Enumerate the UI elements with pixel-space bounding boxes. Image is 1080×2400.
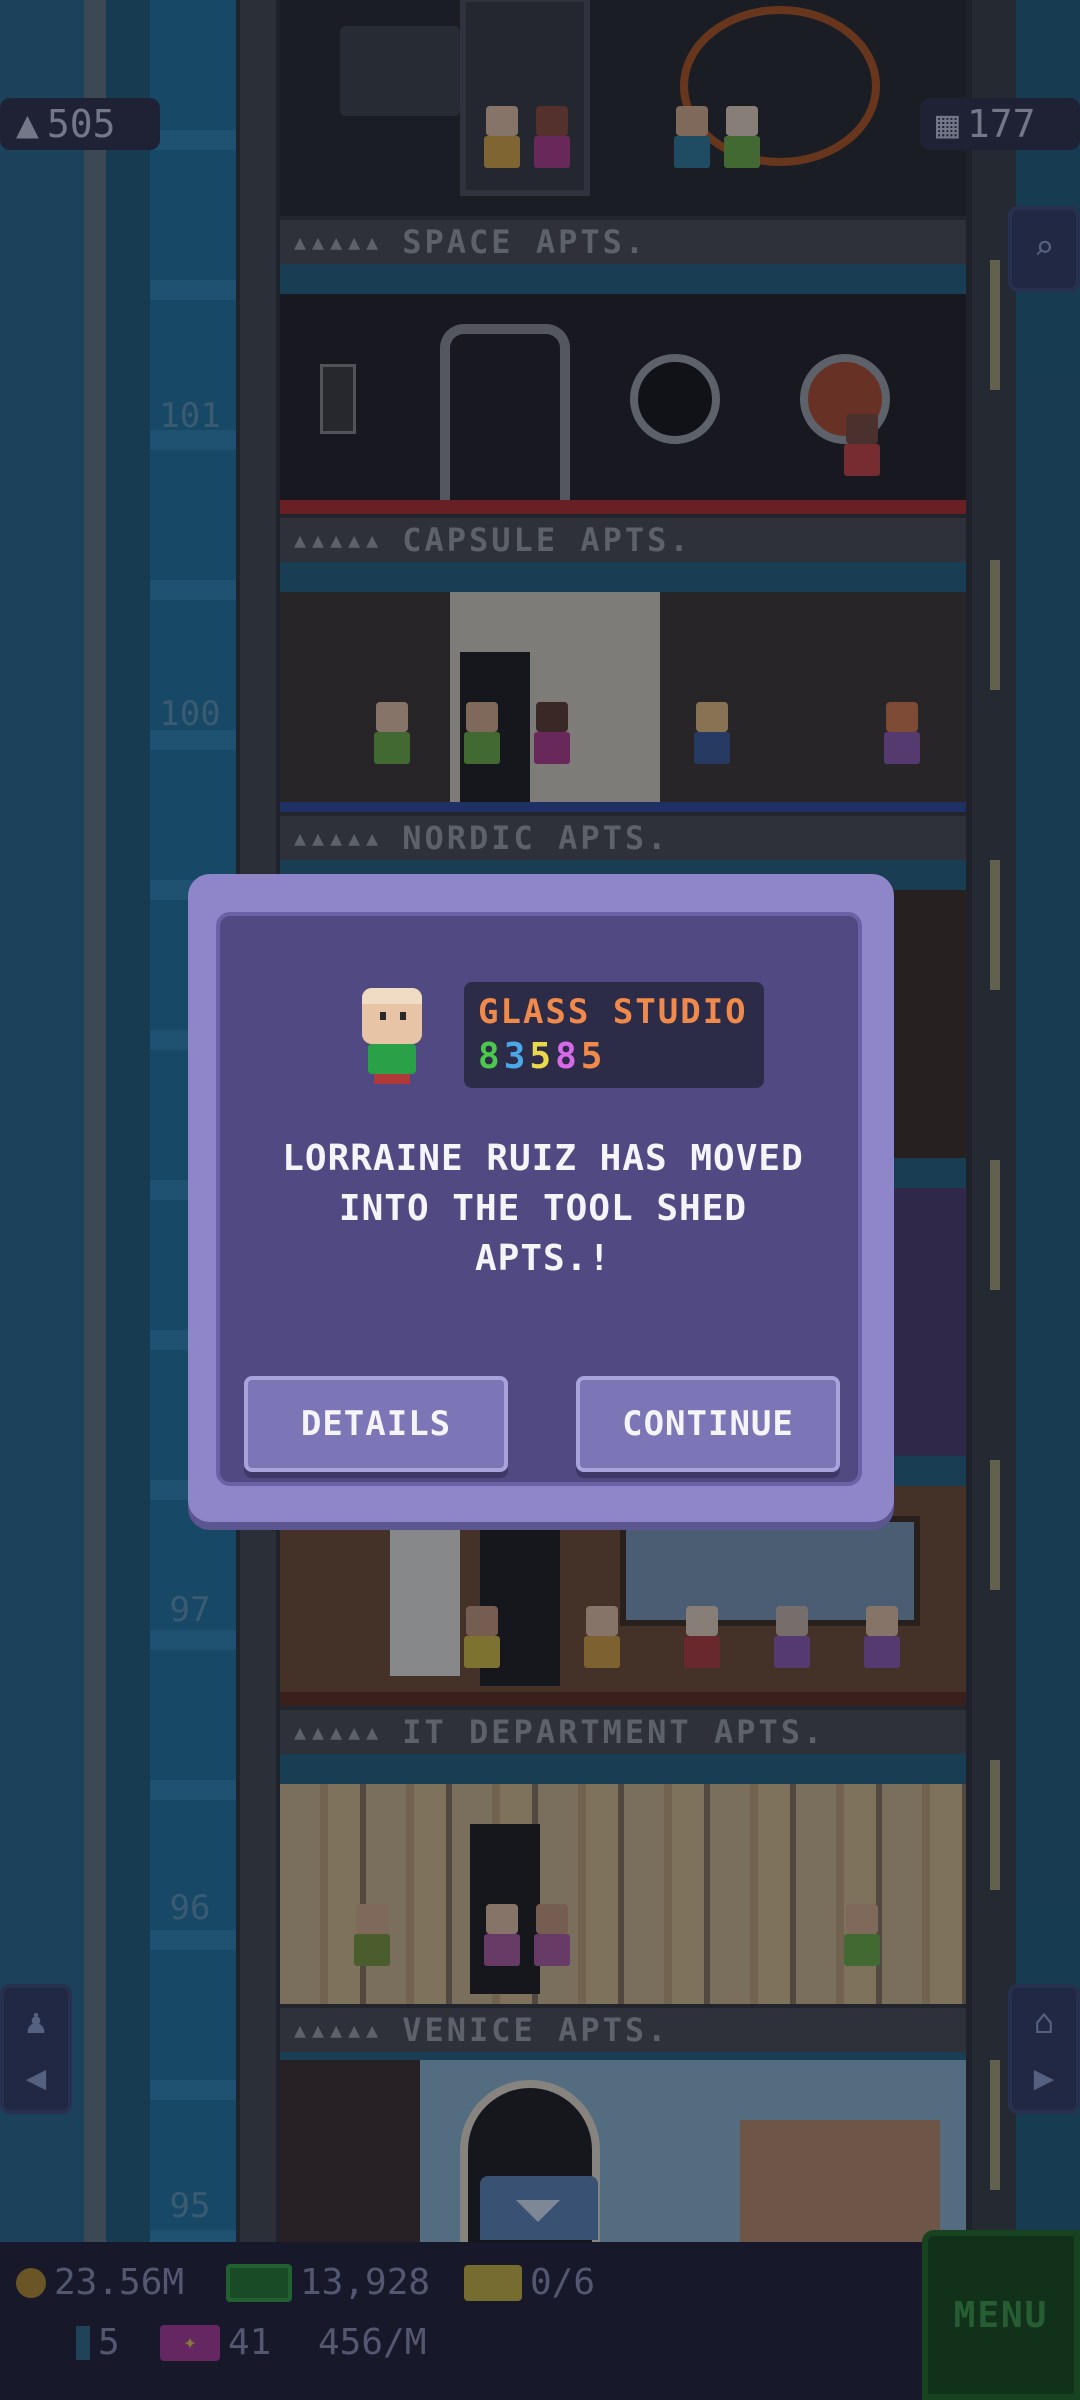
store-name: GLASS STUDIO	[478, 992, 748, 1032]
stock-digit: 8	[478, 1036, 500, 1077]
details-button[interactable]: DETAILS	[244, 1376, 508, 1472]
stock-digit: 3	[503, 1036, 526, 1077]
continue-button[interactable]: CONTINUE	[576, 1376, 840, 1472]
dialog-message: LORRAINE RUIZ HAS MOVED INTO THE TOOL SH…	[282, 1138, 804, 1279]
stock-digits: 8 3 5 8 5	[478, 1036, 750, 1077]
stock-digit: 5	[529, 1036, 552, 1077]
job-store-badge: GLASS STUDIO 8 3 5 8 5	[464, 982, 764, 1088]
stock-digit: 5	[580, 1036, 603, 1077]
bitizen-avatar[interactable]	[358, 988, 424, 1084]
stock-digit: 8	[555, 1036, 577, 1077]
game-view[interactable]: 101 100 97 96 95 ▲▲▲▲▲ SPACE APTS. ▲▲▲▲▲…	[0, 0, 1080, 2400]
move-in-dialog: GLASS STUDIO 8 3 5 8 5 LORRAINE RUIZ HAS…	[188, 874, 894, 1522]
dialog-panel: GLASS STUDIO 8 3 5 8 5 LORRAINE RUIZ HAS…	[216, 912, 862, 1486]
